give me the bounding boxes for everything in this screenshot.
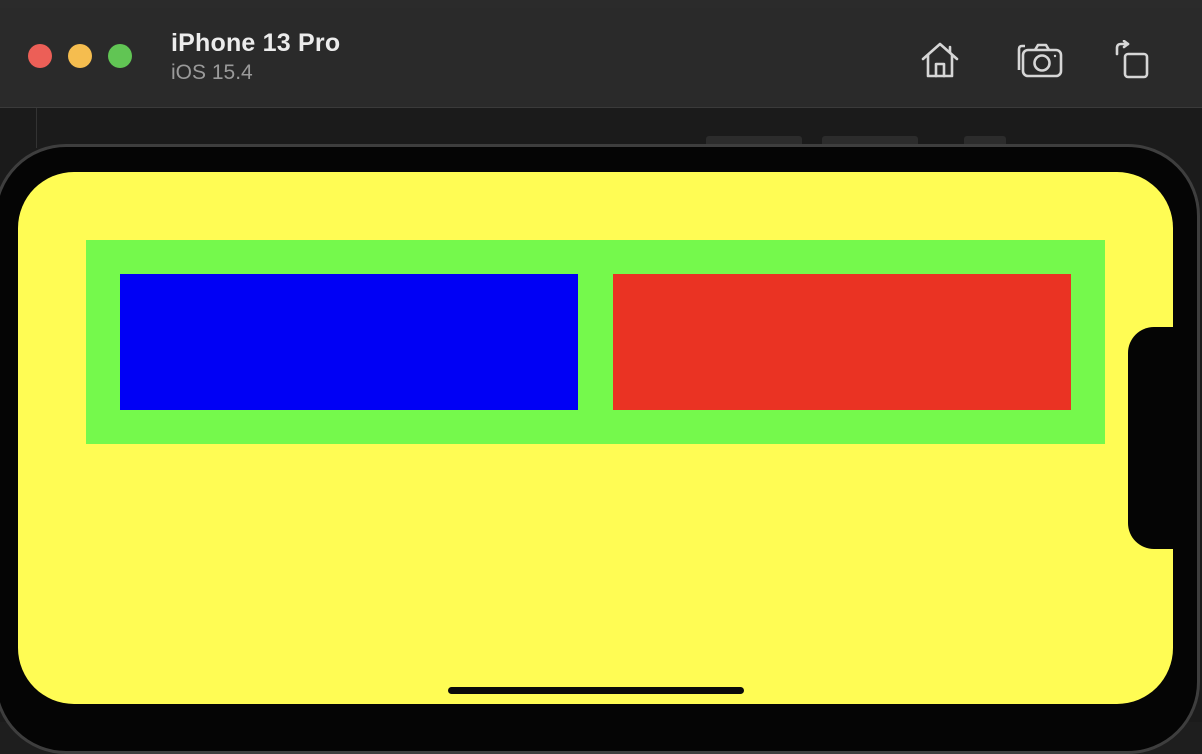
camera-icon [1017,42,1063,78]
red-view [613,274,1071,410]
close-window-button[interactable] [28,44,52,68]
home-indicator[interactable] [448,687,744,694]
blue-view [120,274,578,410]
os-version: iOS 15.4 [171,61,253,84]
green-container-view [86,240,1105,444]
home-icon [920,41,960,79]
rotate-icon [1114,40,1154,80]
window-controls [28,44,132,68]
menubar-remnant [0,0,1202,8]
screenshot-button[interactable] [1017,38,1063,82]
simulator-title-bar: iPhone 13 Pro iOS 15.4 [0,8,1202,108]
zoom-window-button[interactable] [108,44,132,68]
sensor-notch [1128,327,1188,549]
rotate-button[interactable] [1112,38,1156,82]
device-name: iPhone 13 Pro [171,29,341,57]
minimize-window-button[interactable] [68,44,92,68]
divider [36,108,37,148]
home-button[interactable] [918,38,962,82]
app-screen[interactable] [18,172,1173,704]
